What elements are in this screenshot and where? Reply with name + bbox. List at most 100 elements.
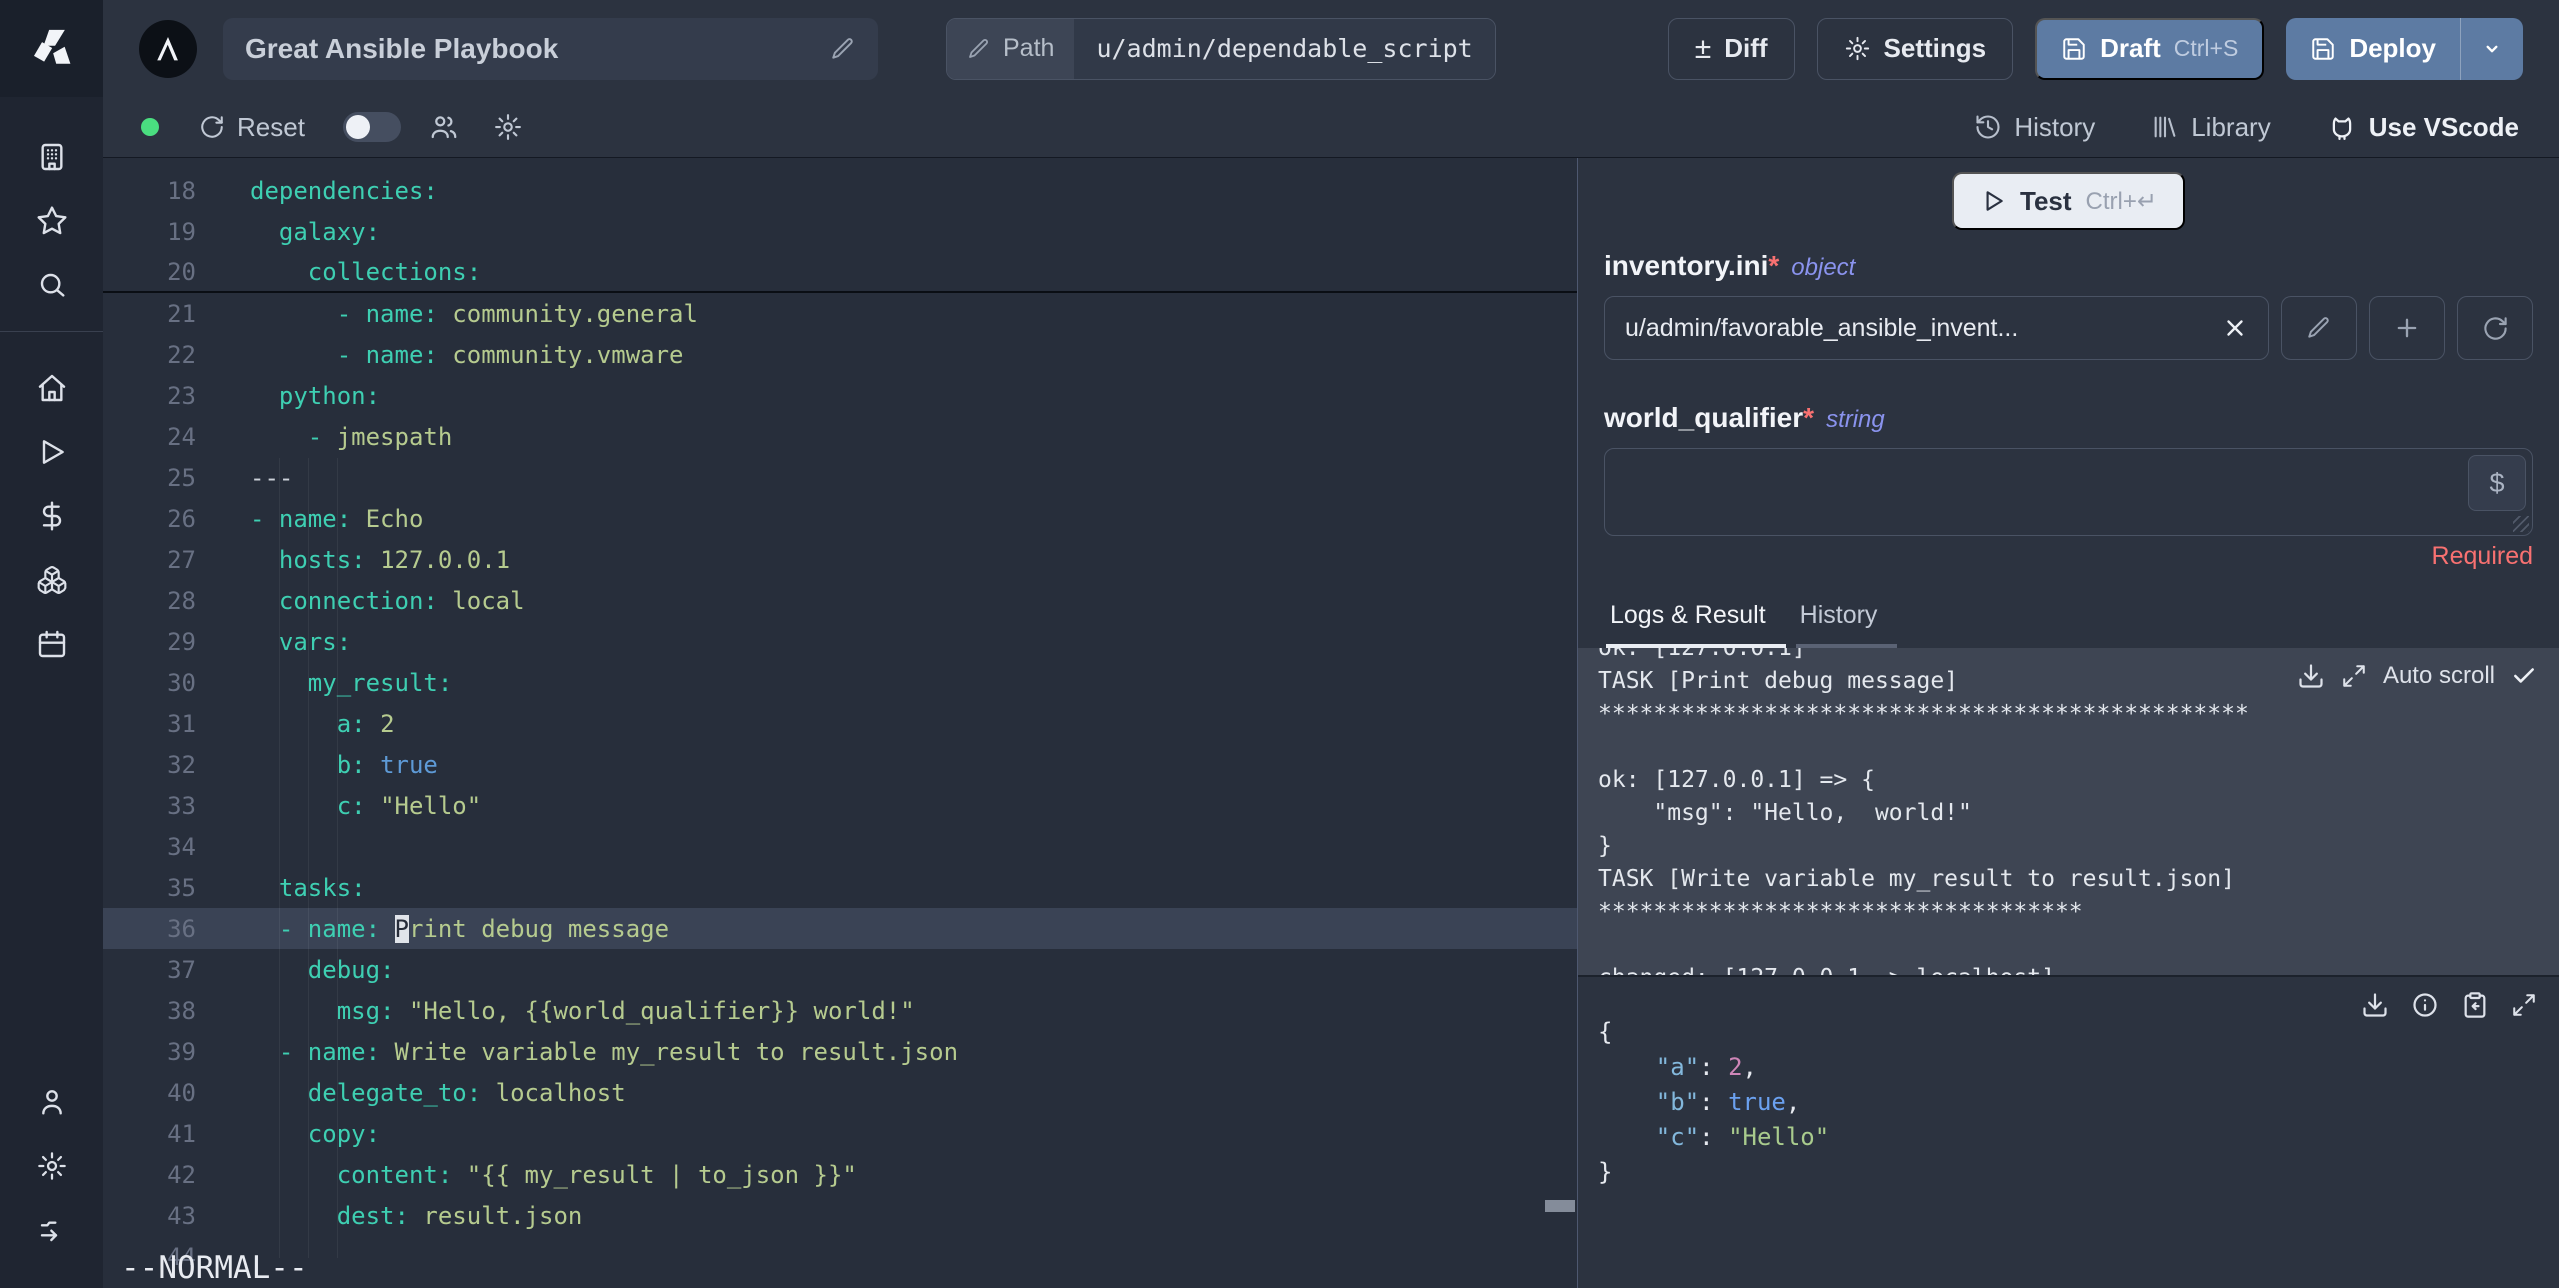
editor-line[interactable]: 32 b: true bbox=[103, 744, 1577, 785]
code-token: "b" bbox=[1655, 1088, 1700, 1116]
collaborators-icon[interactable] bbox=[429, 112, 459, 142]
code-token: : bbox=[1699, 1123, 1729, 1151]
sidebar-divider bbox=[0, 331, 103, 332]
deploy-button[interactable]: Deploy bbox=[2286, 33, 2460, 64]
clear-x-icon[interactable] bbox=[2222, 315, 2248, 341]
editor-line[interactable]: 19 galaxy: bbox=[103, 211, 1577, 252]
diff-mode-toggle[interactable] bbox=[342, 112, 401, 142]
use-vscode-button[interactable]: Use VScode bbox=[2327, 112, 2519, 143]
editor-line[interactable]: 24 - jmespath bbox=[103, 416, 1577, 457]
edit-pencil-icon[interactable] bbox=[830, 36, 856, 62]
settings-gear-icon[interactable] bbox=[35, 1149, 69, 1183]
history-button[interactable]: History bbox=[1974, 112, 2095, 143]
script-title-input[interactable]: Great Ansible Playbook bbox=[223, 17, 878, 80]
resize-handle[interactable] bbox=[2513, 516, 2529, 532]
line-number: 29 bbox=[167, 627, 196, 656]
code-token: "Hello" bbox=[380, 791, 482, 820]
code-token: dependencies: bbox=[250, 176, 438, 205]
code-editor[interactable]: 18 dependencies: 19 galaxy: 20 collections:… bbox=[103, 158, 1577, 1288]
editor-line[interactable]: 41 copy: bbox=[103, 1113, 1577, 1154]
expand-logs-icon[interactable] bbox=[2341, 663, 2367, 689]
scrollbar-marker[interactable] bbox=[1545, 1200, 1575, 1212]
tab-logs-result[interactable]: Logs & Result bbox=[1606, 601, 1786, 648]
copy-result-icon[interactable] bbox=[2461, 991, 2489, 1019]
editor-line[interactable]: 27 hosts: 127.0.0.1 bbox=[103, 539, 1577, 580]
home-icon[interactable] bbox=[35, 371, 69, 405]
autoscroll-check-icon[interactable] bbox=[2511, 663, 2537, 689]
settings-button[interactable]: Settings bbox=[1816, 17, 2014, 80]
code-token: community.vmware bbox=[452, 340, 684, 369]
editor-line[interactable]: 40 delegate_to: localhost bbox=[103, 1072, 1577, 1113]
test-button[interactable]: Test Ctrl+↵ bbox=[1952, 172, 2185, 230]
inventory-resource-input[interactable]: u/admin/favorable_ansible_invent... bbox=[1604, 296, 2269, 360]
variables-dollar-icon[interactable] bbox=[35, 499, 69, 533]
line-number: 22 bbox=[167, 340, 196, 369]
editor-line[interactable]: 20 collections: bbox=[103, 252, 1577, 293]
windmill-logo[interactable] bbox=[0, 0, 103, 97]
info-icon[interactable] bbox=[2411, 991, 2439, 1019]
runs-play-icon[interactable] bbox=[35, 435, 69, 469]
code-token: community.general bbox=[452, 299, 698, 328]
deploy-menu-button[interactable] bbox=[2461, 36, 2523, 62]
editor-line[interactable]: 18 dependencies: bbox=[103, 170, 1577, 211]
line-number: 18 bbox=[167, 176, 196, 205]
code-token: } bbox=[1598, 1158, 1613, 1186]
editor-line[interactable]: 35 tasks: bbox=[103, 867, 1577, 908]
editor-line[interactable]: 22 - name: community.vmware bbox=[103, 334, 1577, 375]
schedules-calendar-icon[interactable] bbox=[35, 627, 69, 661]
path-button[interactable]: Path u/admin/dependable_script bbox=[946, 17, 1496, 80]
log-output[interactable]: ok: [127.0.0.1] TASK [Print debug message… bbox=[1578, 648, 2559, 975]
editor-line[interactable]: 28 connection: local bbox=[103, 580, 1577, 621]
vscode-icon bbox=[2327, 112, 2357, 142]
editor-line[interactable]: 31 a: 2 bbox=[103, 703, 1577, 744]
editor-line[interactable]: 43 dest: result.json bbox=[103, 1195, 1577, 1236]
draft-button[interactable]: Draft Ctrl+S bbox=[2035, 17, 2265, 80]
editor-settings-gear-icon[interactable] bbox=[493, 112, 523, 142]
fullscreen-result-icon[interactable] bbox=[2511, 992, 2537, 1018]
result-json: { "a": 2, "b": true, "c": "Hello"} bbox=[1598, 1015, 2539, 1190]
editor-line[interactable]: 38 msg: "Hello, {{world_qualifier}} worl… bbox=[103, 990, 1577, 1031]
favorites-star-icon[interactable] bbox=[35, 204, 69, 238]
user-icon[interactable] bbox=[35, 1085, 69, 1119]
world-qualifier-input[interactable]: $ bbox=[1604, 448, 2533, 536]
diff-button[interactable]: ± Diff bbox=[1667, 17, 1795, 80]
editor-line[interactable]: 21 - name: community.general bbox=[103, 293, 1577, 334]
editor-line[interactable]: 39 - name: Write variable my_result to r… bbox=[103, 1031, 1577, 1072]
code-token: b: bbox=[336, 750, 381, 779]
code-token: true bbox=[1728, 1088, 1786, 1116]
search-icon[interactable] bbox=[35, 268, 69, 302]
editor-line[interactable]: 33 c: "Hello" bbox=[103, 785, 1577, 826]
editor-line[interactable]: 25 --- bbox=[103, 457, 1577, 498]
code-token: "Hello" bbox=[1728, 1123, 1830, 1151]
resources-boxes-icon[interactable] bbox=[35, 563, 69, 597]
code-token: Echo bbox=[365, 504, 424, 533]
editor-line[interactable]: 42 content: "{{ my_result | to_json }}" bbox=[103, 1154, 1577, 1195]
download-result-icon[interactable] bbox=[2361, 991, 2389, 1019]
add-resource-button[interactable] bbox=[2369, 296, 2445, 360]
code-token: 2 bbox=[1728, 1053, 1743, 1081]
line-number: 20 bbox=[167, 257, 196, 286]
reset-button[interactable]: Reset bbox=[199, 112, 305, 143]
editor-line[interactable]: 23 python: bbox=[103, 375, 1577, 416]
edit-resource-button[interactable] bbox=[2281, 296, 2357, 360]
download-logs-icon[interactable] bbox=[2297, 662, 2325, 690]
editor-line[interactable]: 30 my_result: bbox=[103, 662, 1577, 703]
workspace-icon[interactable] bbox=[35, 140, 69, 174]
editor-line[interactable]: 34 bbox=[103, 826, 1577, 867]
editor-line[interactable]: 29 vars: bbox=[103, 621, 1577, 662]
editor-line[interactable]: 44 bbox=[103, 1236, 1577, 1277]
pencil-icon bbox=[2306, 315, 2332, 341]
editor-line[interactable]: 37 debug: bbox=[103, 949, 1577, 990]
library-button[interactable]: Library bbox=[2151, 112, 2271, 143]
tab-history[interactable]: History bbox=[1795, 601, 1898, 648]
refresh-resource-button[interactable] bbox=[2457, 296, 2533, 360]
variable-picker-button[interactable]: $ bbox=[2468, 455, 2526, 511]
editor-line[interactable]: 26- name: Echo bbox=[103, 498, 1577, 539]
editor-line[interactable]: 36 - name: Print debug message bbox=[103, 908, 1577, 949]
logout-icon[interactable] bbox=[35, 1213, 69, 1247]
